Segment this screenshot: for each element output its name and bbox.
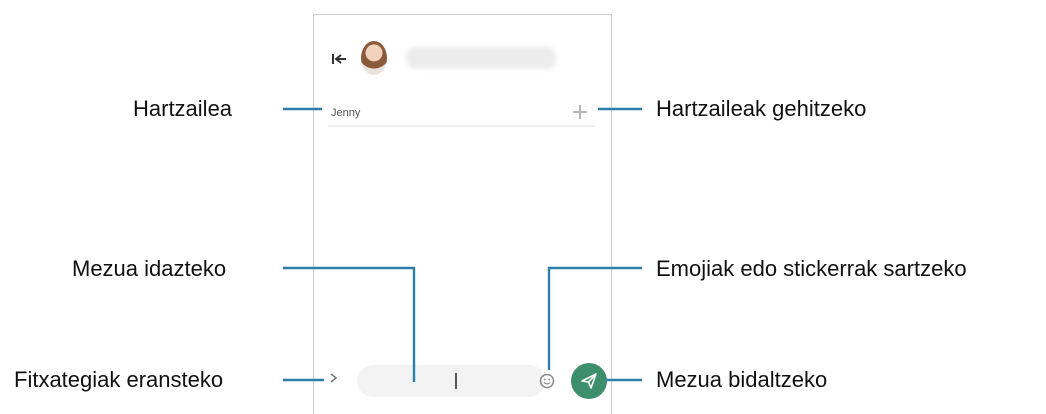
callout-add-recipients: Hartzaileak gehitzeko xyxy=(656,96,867,121)
callout-recipient: Hartzailea xyxy=(133,96,233,121)
callout-attach-files: Fitxategiak eransteko xyxy=(14,367,224,392)
callout-lines xyxy=(283,107,642,382)
callout-send-message: Mezua bidaltzeko xyxy=(656,367,828,392)
callout-emoji-stickers: Emojiak edo stickerrak sartzeko xyxy=(656,256,967,281)
callout-write-message: Mezua idazteko xyxy=(72,256,227,281)
